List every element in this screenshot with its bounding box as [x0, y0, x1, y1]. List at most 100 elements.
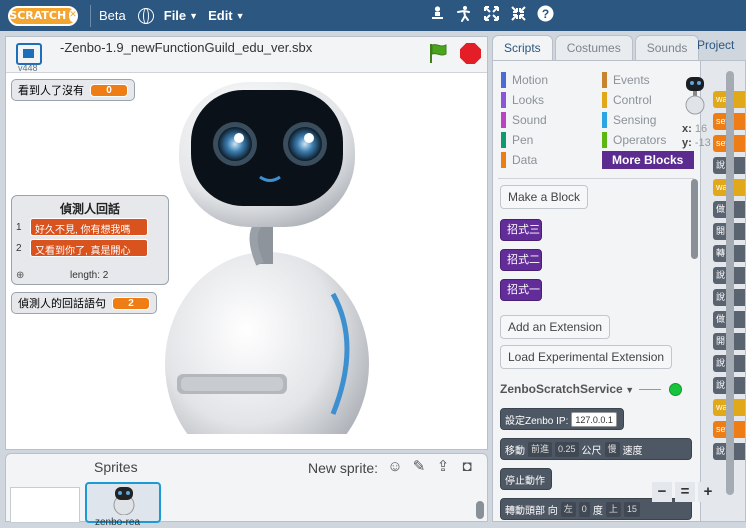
custom-block-3[interactable]: 招式三	[500, 219, 542, 241]
y-label: y:	[425, 434, 436, 446]
degree2-dropdown[interactable]: 15	[623, 501, 640, 517]
make-a-block-button[interactable]: Make a Block	[500, 185, 589, 209]
speed-dropdown[interactable]: 慢	[604, 441, 620, 457]
scratch-logo[interactable]: SCRATCH ✕	[8, 5, 78, 26]
add-extension-button[interactable]: Add an Extension	[500, 315, 611, 339]
head-direction-dropdown[interactable]: 左	[560, 501, 576, 517]
category-label: Motion	[512, 73, 549, 87]
list-index: 1	[16, 221, 22, 233]
sprite-x: 16	[694, 123, 708, 135]
block-label: 設定Zenbo IP:	[505, 415, 569, 427]
extension-title[interactable]: ZenboScratchService ▼	[500, 382, 634, 396]
help-icon[interactable]: ?	[537, 5, 554, 22]
green-flag-icon[interactable]	[428, 42, 450, 64]
zoom-reset-icon[interactable]: =	[675, 482, 695, 502]
category-events[interactable]: Events	[602, 71, 696, 89]
grow-icon[interactable]	[483, 5, 500, 22]
toolbar: ?	[429, 5, 554, 22]
category-label: Operators	[613, 133, 667, 147]
zoom-in-icon[interactable]: +	[698, 482, 718, 502]
sprites-scrollbar[interactable]	[476, 501, 484, 519]
stage-canvas[interactable]: 看到人了沒有 0 偵測人回話 1 好久不見, 你有想我嗎 2 又看到你了, 真是…	[7, 74, 487, 434]
file-menu[interactable]: File ▼	[164, 8, 198, 23]
sprites-panel: Sprites New sprite: ☺ ✎ ⇪ ◘ zenbo-rea	[5, 453, 488, 528]
load-experimental-extension-button[interactable]: Load Experimental Extension	[500, 345, 673, 369]
direction-dropdown[interactable]: 前進	[528, 441, 553, 457]
camera-icon[interactable]: ◘	[458, 458, 476, 476]
paint-brush-icon[interactable]: ✎	[410, 458, 428, 476]
edit-menu[interactable]: Edit ▼	[208, 8, 244, 23]
tab-sounds[interactable]: Sounds	[634, 35, 700, 61]
custom-block-2[interactable]: 招式二	[500, 249, 542, 271]
tab-scripts[interactable]: Scripts	[492, 35, 553, 61]
duplicate-icon[interactable]	[429, 5, 446, 22]
category-color	[602, 112, 607, 128]
project-title[interactable]: -Zenbo-1.9_newFunctionGuild_edu_ver.sbx	[60, 40, 312, 55]
head-direction2-dropdown[interactable]: 上	[605, 501, 621, 517]
block-stop-action[interactable]: 停止動作	[500, 468, 552, 490]
block-set-zenbo-ip[interactable]: 設定Zenbo IP: 127.0.0.1	[500, 408, 624, 430]
category-color	[501, 132, 506, 148]
list-monitor-detect-reply[interactable]: 偵測人回話 1 好久不見, 你有想我嗎 2 又看到你了, 真是開心 ⊕ leng…	[11, 195, 169, 285]
block-move[interactable]: 移動 前進 0.25 公尺 慢 速度	[500, 438, 692, 460]
logo-text: SCRATCH	[9, 9, 67, 22]
cut-icon[interactable]	[456, 5, 473, 22]
stop-icon[interactable]	[460, 43, 481, 64]
ip-input[interactable]: 127.0.0.1	[571, 411, 617, 427]
presentation-mode-icon[interactable]	[16, 43, 42, 65]
add-item-icon[interactable]: ⊕	[16, 270, 24, 281]
category-control[interactable]: Control	[602, 91, 696, 109]
variable-label: 偵測人的回話語句	[18, 298, 106, 310]
list-item-text[interactable]: 好久不見, 你有想我嗎	[30, 218, 148, 236]
variable-monitor-seen-person[interactable]: 看到人了沒有 0	[11, 79, 135, 101]
category-label: Events	[613, 73, 650, 87]
version-label: v448	[18, 63, 38, 73]
zenbo-robot-sprite[interactable]	[157, 74, 387, 434]
choose-sprite-from-library-icon[interactable]: ☺	[386, 458, 404, 476]
distance-dropdown[interactable]: 0.25	[555, 441, 579, 457]
block-label: 轉動頭部 向	[505, 505, 558, 517]
category-label: Pen	[512, 133, 534, 147]
stage-mouse-coords: x: 240 y: -94	[388, 434, 453, 446]
category-more-blocks[interactable]: More Blocks	[602, 151, 694, 169]
menu-bar: SCRATCH ✕ Beta File ▼ Edit ▼	[0, 0, 746, 31]
custom-block-1[interactable]: 招式一	[500, 279, 542, 301]
category-color	[602, 132, 607, 148]
svg-text:?: ?	[542, 7, 549, 21]
category-color	[501, 72, 506, 88]
variable-monitor-reply-sentence[interactable]: 偵測人的回話語句 2	[11, 292, 157, 314]
category-pen[interactable]: Pen	[501, 131, 595, 149]
shrink-icon[interactable]	[510, 5, 527, 22]
category-color	[501, 112, 506, 128]
globe-icon[interactable]	[137, 7, 154, 24]
file-menu-label: File	[163, 8, 187, 23]
tab-costumes[interactable]: Costumes	[554, 35, 633, 61]
speed-label: 速度	[622, 445, 643, 457]
tab-project[interactable]: Project	[697, 38, 734, 52]
degree-dropdown[interactable]: 0	[578, 501, 590, 517]
upload-icon[interactable]: ⇪	[434, 458, 452, 476]
category-looks[interactable]: Looks	[501, 91, 595, 109]
category-color	[501, 92, 506, 108]
sprite-name: zenbo-rea	[95, 517, 141, 528]
unit-label: 度	[592, 505, 603, 517]
category-label: Control	[613, 93, 652, 107]
list-item-text[interactable]: 又看到你了, 真是開心	[30, 239, 148, 257]
variable-value: 2	[112, 296, 150, 310]
variable-value: 0	[90, 83, 128, 97]
palette-scrollbar[interactable]	[691, 179, 698, 259]
category-motion[interactable]: Motion	[501, 71, 595, 89]
stage-header: v448 -Zenbo-1.9_newFunctionGuild_edu_ver…	[6, 37, 487, 73]
sprite-x-row: x: 16	[682, 123, 708, 135]
sprite-tile[interactable]: zenbo-rea	[85, 482, 161, 528]
category-sound[interactable]: Sound	[501, 111, 595, 129]
zoom-out-icon[interactable]: −	[652, 482, 672, 502]
category-color	[501, 152, 506, 168]
category-data[interactable]: Data	[501, 151, 595, 169]
close-icon: ✕	[69, 9, 77, 22]
stage-thumbnail[interactable]	[10, 487, 80, 523]
list-item[interactable]: 2 又看到你了, 真是開心	[16, 239, 148, 257]
list-item[interactable]: 1 好久不見, 你有想我嗎	[16, 218, 148, 236]
category-label: Data	[512, 153, 538, 167]
script-area-scrollbar[interactable]	[726, 71, 734, 495]
